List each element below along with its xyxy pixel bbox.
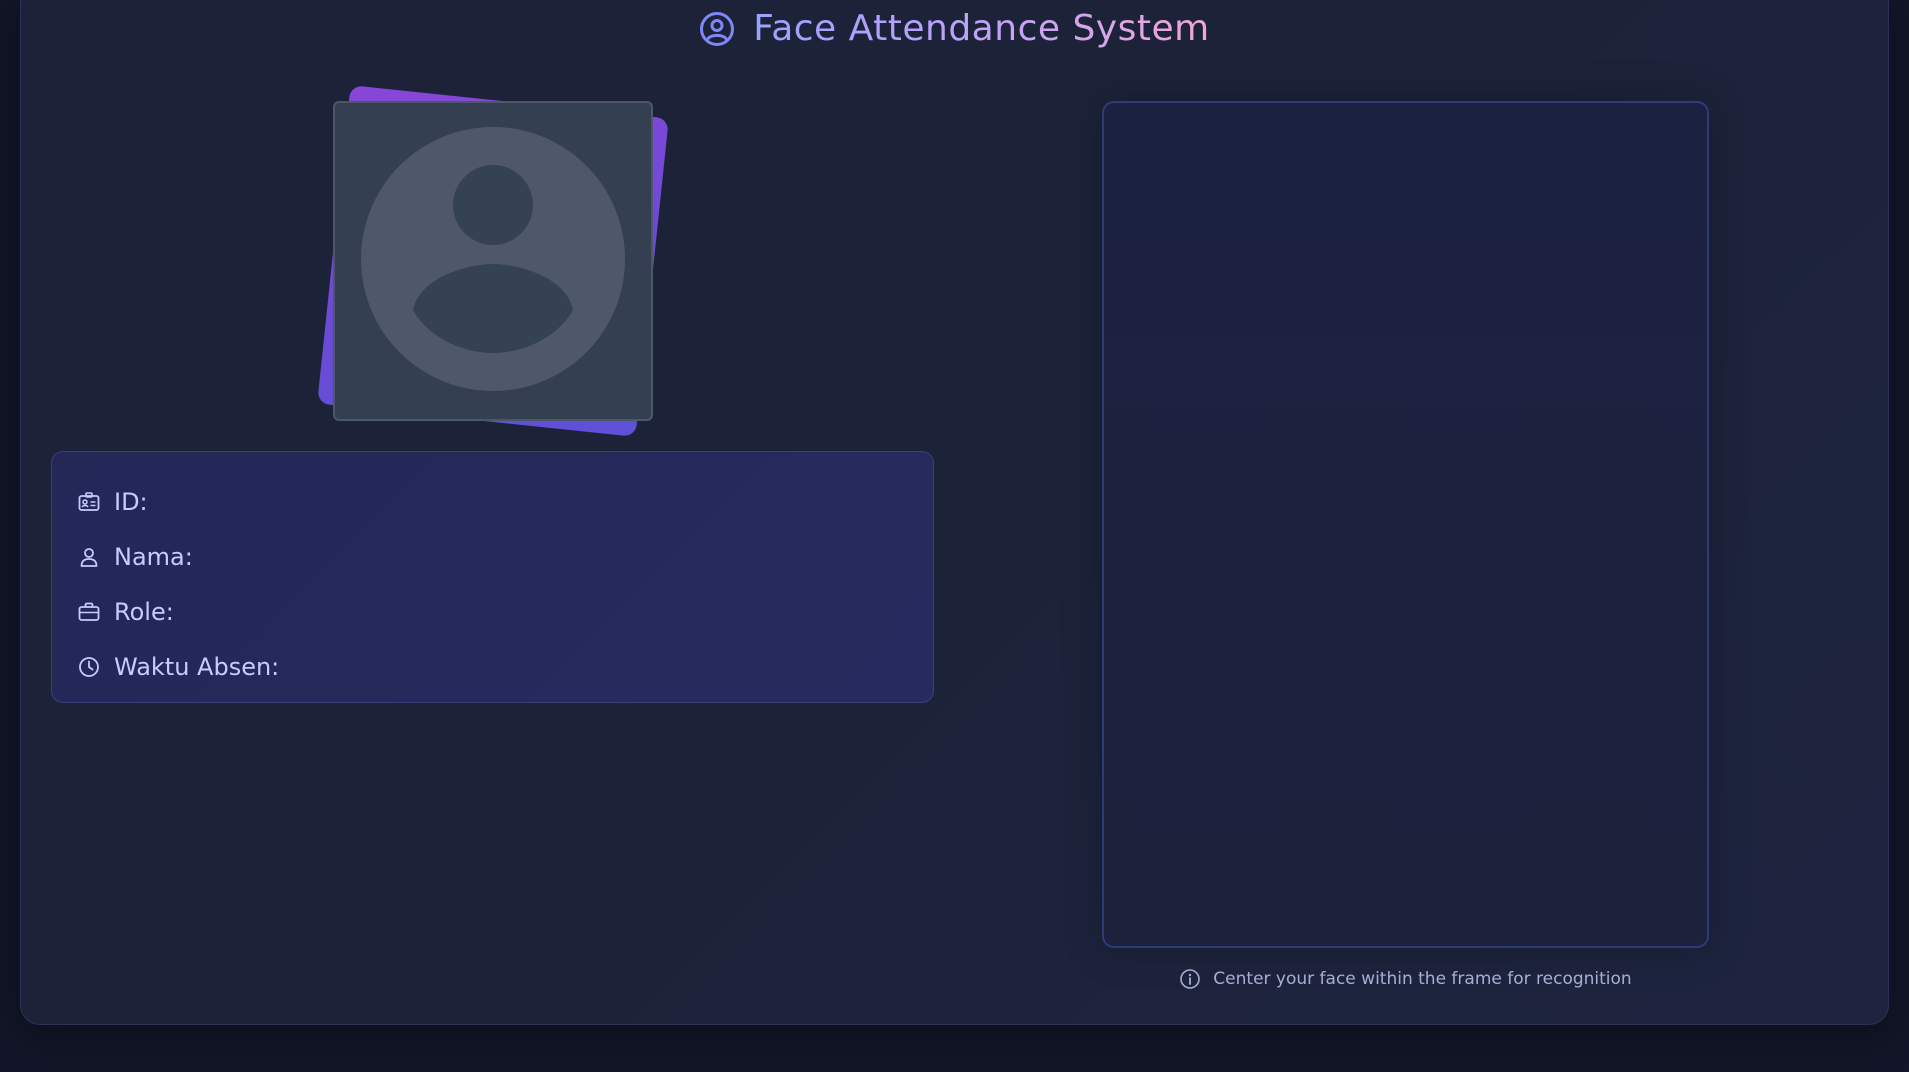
- page-header: Face Attendance System: [21, 5, 1888, 53]
- id-card-icon: [78, 491, 100, 513]
- attendee-info-card: ID: Nama: Role: Waktu Absen:: [51, 451, 934, 703]
- info-icon: [1179, 968, 1201, 990]
- page-title: Face Attendance System: [753, 5, 1209, 53]
- role-label: Role:: [114, 597, 174, 626]
- id-label: ID:: [114, 487, 148, 516]
- recognition-hint: Center your face within the frame for re…: [1102, 968, 1709, 990]
- info-row-name: Nama:: [78, 529, 907, 584]
- camera-video-frame: [1102, 101, 1709, 948]
- person-placeholder-icon: [360, 126, 626, 396]
- time-label: Waktu Absen:: [114, 652, 280, 681]
- hint-text: Center your face within the frame for re…: [1213, 969, 1632, 989]
- user-circle-icon: [699, 11, 735, 47]
- user-icon: [78, 546, 100, 568]
- profile-photo: [317, 85, 669, 437]
- photo-frame: [333, 101, 653, 421]
- info-row-time: Waktu Absen:: [78, 639, 907, 694]
- name-label: Nama:: [114, 542, 193, 571]
- info-row-id: ID:: [78, 474, 907, 529]
- info-row-role: Role:: [78, 584, 907, 639]
- clock-icon: [78, 656, 100, 678]
- briefcase-icon: [78, 601, 100, 623]
